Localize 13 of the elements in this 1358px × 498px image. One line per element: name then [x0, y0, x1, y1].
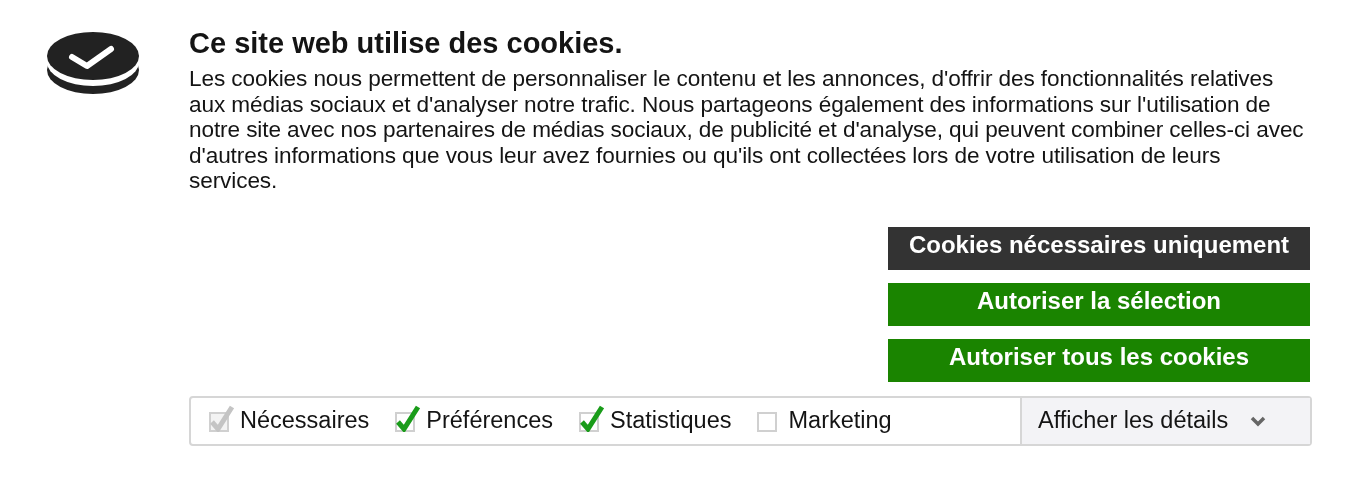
checkbox-label: Statistiques: [610, 407, 732, 434]
consent-button[interactable]: Autoriser la sélection: [888, 282, 1310, 326]
chevron-down-icon: [1250, 414, 1267, 427]
banner-title: Ce site web utilise des cookies.: [189, 26, 624, 60]
checkbox[interactable]: [579, 403, 605, 432]
checkbox-label: Préférences: [426, 407, 553, 434]
banner-text: Les cookies nous permettent de personnaliser le contenu et les annonces, d'offrir des fonctionnalités relatives aux médias sociaux et d'analyser notre trafic. Nous partageons également des informations sur l'utilisation de notre site avec nos partenaires de médias sociaux, de publicité et d'analyse, qui peuvent combiner celles-ci avec d'autres informations que vous leur avez fournies ou qu'ils ont collectées lors de votre utilisation de leurs services.: [189, 66, 1305, 194]
checkbox[interactable]: [395, 403, 422, 432]
details-toggle[interactable]: Afficher les détails: [1020, 397, 1310, 444]
consent-button[interactable]: Cookies nécessaires uniquement: [888, 226, 1310, 270]
consent-button[interactable]: Autoriser tous les cookies: [888, 338, 1310, 382]
checkbox-label: Nécessaires: [240, 407, 370, 434]
checkbox-label: Marketing: [788, 407, 892, 434]
